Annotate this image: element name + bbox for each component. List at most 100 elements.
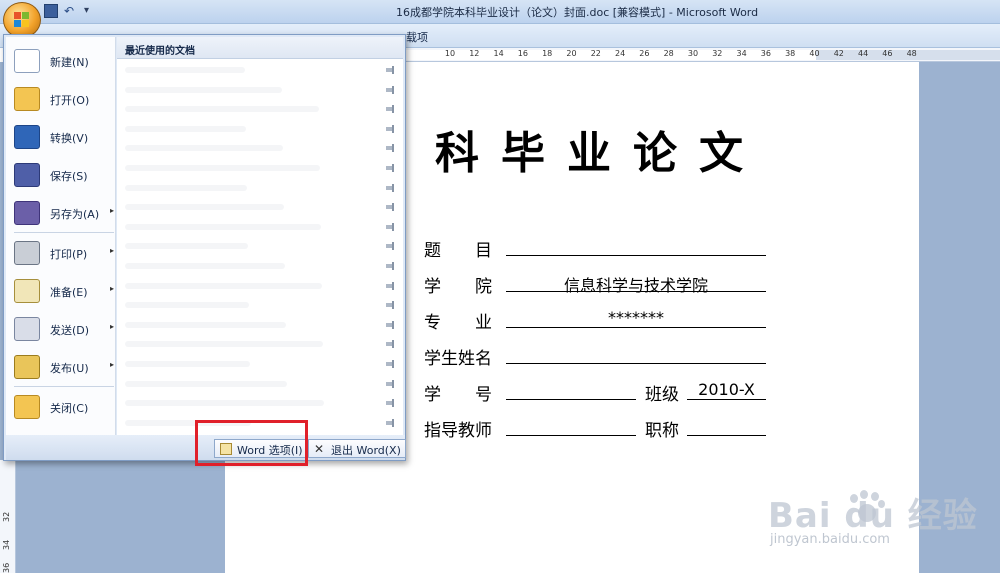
- recent-document-item[interactable]: [121, 355, 399, 374]
- exit-word-button[interactable]: ✕ 退出 Word(X): [308, 439, 406, 458]
- recent-document-item[interactable]: [121, 257, 399, 276]
- pin-icon[interactable]: [385, 359, 395, 369]
- field-value-student-id[interactable]: [506, 380, 636, 400]
- menu-item-print[interactable]: 打印(P) ▸: [10, 235, 118, 271]
- menu-item-prepare[interactable]: 准备(E) ▸: [10, 273, 118, 309]
- menu-item-label: 发布(U): [50, 362, 89, 375]
- recent-document-item[interactable]: [121, 198, 399, 217]
- menu-item-send[interactable]: 发送(D) ▸: [10, 311, 118, 347]
- save-icon[interactable]: [44, 4, 58, 18]
- ruler-tick: 20: [566, 49, 577, 58]
- field-value-advisor[interactable]: [506, 416, 636, 436]
- ruler-tick: 44: [858, 49, 869, 58]
- field-value-college[interactable]: 信息科学与技术学院: [506, 272, 766, 295]
- recent-document-item[interactable]: [121, 120, 399, 139]
- ruler-tick: 42: [833, 49, 844, 58]
- pin-icon[interactable]: [385, 183, 395, 193]
- ruler-tick: 32: [2, 511, 11, 522]
- recent-document-item[interactable]: [121, 100, 399, 119]
- recent-document-item[interactable]: [121, 296, 399, 315]
- recent-document-item[interactable]: [121, 375, 399, 394]
- redacted-filename: [125, 184, 247, 191]
- pin-icon[interactable]: [385, 222, 395, 232]
- recent-document-item[interactable]: [121, 139, 399, 158]
- menu-item-close[interactable]: 关闭(C): [10, 389, 118, 425]
- convert-icon: [14, 125, 40, 149]
- menu-item-save[interactable]: 保存(S): [10, 157, 118, 193]
- pin-icon[interactable]: [385, 65, 395, 75]
- chevron-right-icon: ▸: [110, 246, 115, 255]
- recent-document-item[interactable]: [121, 61, 399, 80]
- redacted-filename: [125, 380, 287, 387]
- customize-toolbar-icon[interactable]: ▾: [84, 4, 98, 18]
- exit-word-label: 退出 Word(X): [331, 444, 401, 457]
- ruler-tick: 36: [760, 49, 771, 58]
- pin-icon[interactable]: [385, 241, 395, 251]
- recent-document-item[interactable]: [121, 218, 399, 237]
- ruler-tick: 12: [469, 49, 480, 58]
- ruler-tick: 10: [444, 49, 456, 58]
- pin-icon[interactable]: [385, 320, 395, 330]
- redacted-filename: [125, 400, 324, 407]
- pin-icon[interactable]: [385, 124, 395, 134]
- recent-document-item[interactable]: [121, 316, 399, 335]
- vertical-ruler[interactable]: 32 34 36: [0, 460, 16, 573]
- recent-documents-list: [117, 61, 403, 435]
- menu-item-new[interactable]: 新建(N): [10, 43, 118, 79]
- pin-icon[interactable]: [385, 418, 395, 428]
- redacted-filename: [125, 302, 249, 309]
- recent-document-item[interactable]: [121, 277, 399, 296]
- ruler-tick: 22: [590, 49, 601, 58]
- open-folder-icon: [14, 87, 40, 111]
- recent-document-item[interactable]: [121, 81, 399, 100]
- field-value-class[interactable]: 2010-X: [687, 380, 766, 400]
- redacted-filename: [125, 321, 286, 328]
- recent-document-item[interactable]: [121, 179, 399, 198]
- prepare-icon: [14, 279, 40, 303]
- tab-addins[interactable]: 载项: [406, 29, 428, 45]
- field-value-rank[interactable]: [687, 416, 766, 436]
- redacted-filename: [125, 204, 284, 211]
- pin-icon[interactable]: [385, 261, 395, 271]
- horizontal-ruler[interactable]: 10 12 14 16 18 20 22 24 26 28 30 32 34 36 38 40 42 44 46 48: [400, 48, 1000, 62]
- chevron-right-icon: ▸: [110, 322, 115, 331]
- field-value-major[interactable]: *******: [506, 308, 766, 328]
- field-value-student-name[interactable]: [506, 344, 766, 364]
- print-icon: [14, 241, 40, 265]
- office-menu: 新建(N) 打开(O) 转换(V) 保存(S) 另存为(A) ▸ 打印(P) ▸…: [3, 34, 406, 461]
- field-value-title[interactable]: [506, 236, 766, 256]
- menu-item-label: 新建(N): [50, 56, 89, 69]
- document-title: 科毕业论文: [435, 128, 765, 179]
- pin-icon[interactable]: [385, 398, 395, 408]
- office-button[interactable]: [3, 2, 41, 38]
- field-label-student-id: 学 号: [424, 385, 492, 405]
- pin-icon[interactable]: [385, 202, 395, 212]
- send-icon: [14, 317, 40, 341]
- pin-icon[interactable]: [385, 143, 395, 153]
- menu-separator: [14, 232, 114, 233]
- ruler-tick: 28: [663, 49, 674, 58]
- menu-item-publish[interactable]: 发布(U) ▸: [10, 349, 118, 385]
- save-as-icon: [14, 201, 40, 225]
- menu-item-open[interactable]: 打开(O): [10, 81, 118, 117]
- ruler-tick: 48: [906, 49, 917, 58]
- menu-item-label: 打开(O): [50, 94, 90, 107]
- recent-document-item[interactable]: [121, 237, 399, 256]
- pin-icon[interactable]: [385, 163, 395, 173]
- recent-document-item[interactable]: [121, 159, 399, 178]
- recent-document-item[interactable]: [121, 335, 399, 354]
- recent-documents-panel: 最近使用的文档: [117, 37, 403, 435]
- title-bar: ↶ ▾ 16成都学院本科毕业设计（论文）封面.doc [兼容模式] - Micr…: [0, 0, 1000, 24]
- ruler-tick: 32: [712, 49, 723, 58]
- pin-icon[interactable]: [385, 85, 395, 95]
- undo-icon[interactable]: ↶: [64, 4, 78, 18]
- pin-icon[interactable]: [385, 104, 395, 114]
- menu-item-label: 另存为(A): [50, 208, 100, 221]
- recent-document-item[interactable]: [121, 394, 399, 413]
- pin-icon[interactable]: [385, 339, 395, 349]
- pin-icon[interactable]: [385, 281, 395, 291]
- menu-item-convert[interactable]: 转换(V): [10, 119, 118, 155]
- pin-icon[interactable]: [385, 379, 395, 389]
- pin-icon[interactable]: [385, 300, 395, 310]
- menu-item-save-as[interactable]: 另存为(A) ▸: [10, 195, 118, 231]
